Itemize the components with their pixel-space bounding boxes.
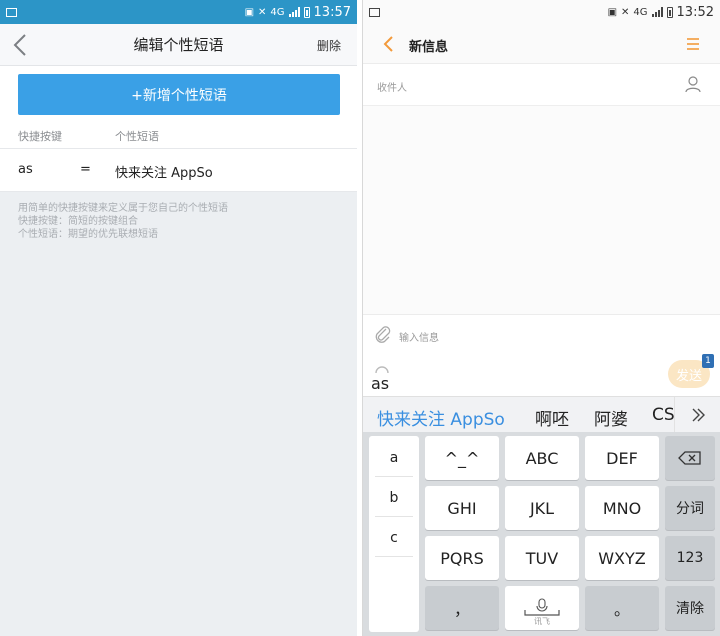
back-chevron-icon[interactable] bbox=[381, 34, 395, 54]
column-headers: 快捷按键 个性短语 bbox=[18, 124, 357, 148]
divider bbox=[375, 516, 413, 517]
message-input-placeholder: 输入信息 bbox=[399, 333, 439, 344]
help-line: 用简单的快捷按键来定义属于您自己的个性短语 bbox=[18, 203, 228, 214]
help-line: 快捷按键：简短的按键组合 bbox=[18, 216, 138, 227]
vibrate-icon: ▣ bbox=[244, 6, 255, 18]
candidate-item[interactable]: CS bbox=[652, 405, 675, 425]
help-line: 个性短语：期望的优先联想短语 bbox=[18, 229, 158, 240]
candidate-bar: 快来关注 AppSo 啊呸 阿婆 CS bbox=[363, 396, 720, 433]
loading-spinner-icon bbox=[375, 366, 389, 374]
pinyin-side-column: a b c bbox=[369, 436, 419, 632]
app-header: 新信息 bbox=[363, 24, 720, 64]
recipient-placeholder: 收件人 bbox=[377, 83, 407, 94]
divider bbox=[375, 556, 413, 557]
candidate-item[interactable]: 快来关注 AppSo bbox=[377, 405, 505, 430]
phrase-shortcut: as bbox=[18, 162, 33, 177]
key-emoticon[interactable]: ^_^ bbox=[425, 436, 499, 480]
delete-button[interactable]: 删除 bbox=[317, 37, 341, 54]
backspace-icon bbox=[678, 451, 701, 465]
key-mno[interactable]: MNO bbox=[585, 486, 659, 530]
attachment-clip-icon[interactable] bbox=[373, 325, 393, 345]
divider bbox=[375, 476, 413, 477]
signal-icon bbox=[651, 7, 663, 17]
network-type: 4G bbox=[633, 6, 648, 18]
candidate-item[interactable]: 阿婆 bbox=[594, 405, 628, 430]
phrase-list-panel: +新增个性短语 快捷按键 个性短语 as = 快来关注 AppSo bbox=[0, 66, 357, 192]
phrase-column-header: 个性短语 bbox=[115, 130, 159, 143]
key-tuv[interactable]: TUV bbox=[505, 536, 579, 580]
comma-key[interactable]: ， bbox=[425, 586, 499, 630]
status-bar: ▣ ✕ 4G 13:57 bbox=[0, 0, 357, 24]
key-ghi[interactable]: GHI bbox=[425, 486, 499, 530]
vibrate-icon: ▣ bbox=[607, 6, 618, 18]
recipient-field[interactable]: 收件人 bbox=[363, 64, 720, 106]
composing-text: as bbox=[371, 374, 390, 393]
double-chevron-right-icon bbox=[692, 408, 705, 422]
signal-icon bbox=[288, 7, 300, 17]
status-bar: ▣ ✕ 4G 13:52 bbox=[363, 0, 720, 24]
key-pqrs[interactable]: PQRS bbox=[425, 536, 499, 580]
battery-icon bbox=[666, 6, 673, 18]
numeric-key[interactable]: 123 bbox=[665, 536, 715, 580]
phrase-text: 快来关注 AppSo bbox=[115, 166, 213, 181]
phrase-row[interactable]: as = 快来关注 AppSo bbox=[0, 149, 357, 191]
screenshot-root: ▣ ✕ 4G 13:57 编辑个性短语 删除 +新增个性短语 快捷按键 个性短语 bbox=[0, 0, 720, 636]
segment-key[interactable]: 分词 bbox=[665, 486, 715, 530]
microphone-space-icon bbox=[524, 598, 560, 616]
message-input-row[interactable]: 输入信息 bbox=[363, 314, 720, 354]
key-def[interactable]: DEF bbox=[585, 436, 659, 480]
status-time: 13:52 bbox=[676, 4, 714, 20]
more-candidates-button[interactable] bbox=[674, 397, 720, 433]
t9-keyboard: a b c ^_^ ABC DEF GHI JKL MNO 分词 PQRS TU… bbox=[363, 432, 720, 636]
page-title: 编辑个性短语 bbox=[133, 36, 224, 54]
mute-icon: ✕ bbox=[621, 6, 630, 18]
phrase-equals: = bbox=[80, 162, 91, 177]
contact-person-icon[interactable] bbox=[684, 75, 702, 93]
app-header: 编辑个性短语 删除 bbox=[0, 24, 357, 66]
divider bbox=[0, 191, 357, 192]
menu-icon[interactable] bbox=[686, 37, 700, 51]
mute-icon: ✕ bbox=[258, 6, 267, 18]
battery-icon bbox=[303, 6, 310, 18]
shortcut-column-header: 快捷按键 bbox=[18, 130, 62, 143]
key-wxyz[interactable]: WXYZ bbox=[585, 536, 659, 580]
back-chevron-icon[interactable] bbox=[10, 32, 32, 58]
add-phrase-button[interactable]: +新增个性短语 bbox=[18, 74, 340, 115]
message-thread-area bbox=[363, 106, 720, 314]
right-new-message-screen: ▣ ✕ 4G 13:52 新信息 收件人 输入信息 as 发送 1 快来关注 A… bbox=[362, 0, 720, 636]
send-count-badge: 1 bbox=[702, 354, 714, 368]
left-phrase-editor-screen: ▣ ✕ 4G 13:57 编辑个性短语 删除 +新增个性短语 快捷按键 个性短语 bbox=[0, 0, 357, 636]
period-key[interactable]: 。 bbox=[585, 586, 659, 630]
gallery-icon bbox=[6, 7, 17, 17]
space-key[interactable]: 讯飞 bbox=[505, 586, 579, 630]
status-time: 13:57 bbox=[313, 4, 351, 20]
key-jkl[interactable]: JKL bbox=[505, 486, 579, 530]
page-title: 新信息 bbox=[409, 40, 449, 55]
space-key-sublabel: 讯飞 bbox=[534, 617, 550, 626]
side-key[interactable]: b bbox=[369, 490, 419, 506]
backspace-key[interactable] bbox=[665, 436, 715, 480]
gallery-icon bbox=[369, 7, 380, 17]
clear-key[interactable]: 清除 bbox=[665, 586, 715, 630]
network-type: 4G bbox=[270, 6, 285, 18]
side-key[interactable]: a bbox=[369, 450, 419, 466]
side-key[interactable]: c bbox=[369, 530, 419, 546]
help-text: 用简单的快捷按键来定义属于您自己的个性短语 快捷按键：简短的按键组合 个性短语：… bbox=[18, 202, 228, 241]
key-abc[interactable]: ABC bbox=[505, 436, 579, 480]
candidate-item[interactable]: 啊呸 bbox=[535, 405, 569, 430]
